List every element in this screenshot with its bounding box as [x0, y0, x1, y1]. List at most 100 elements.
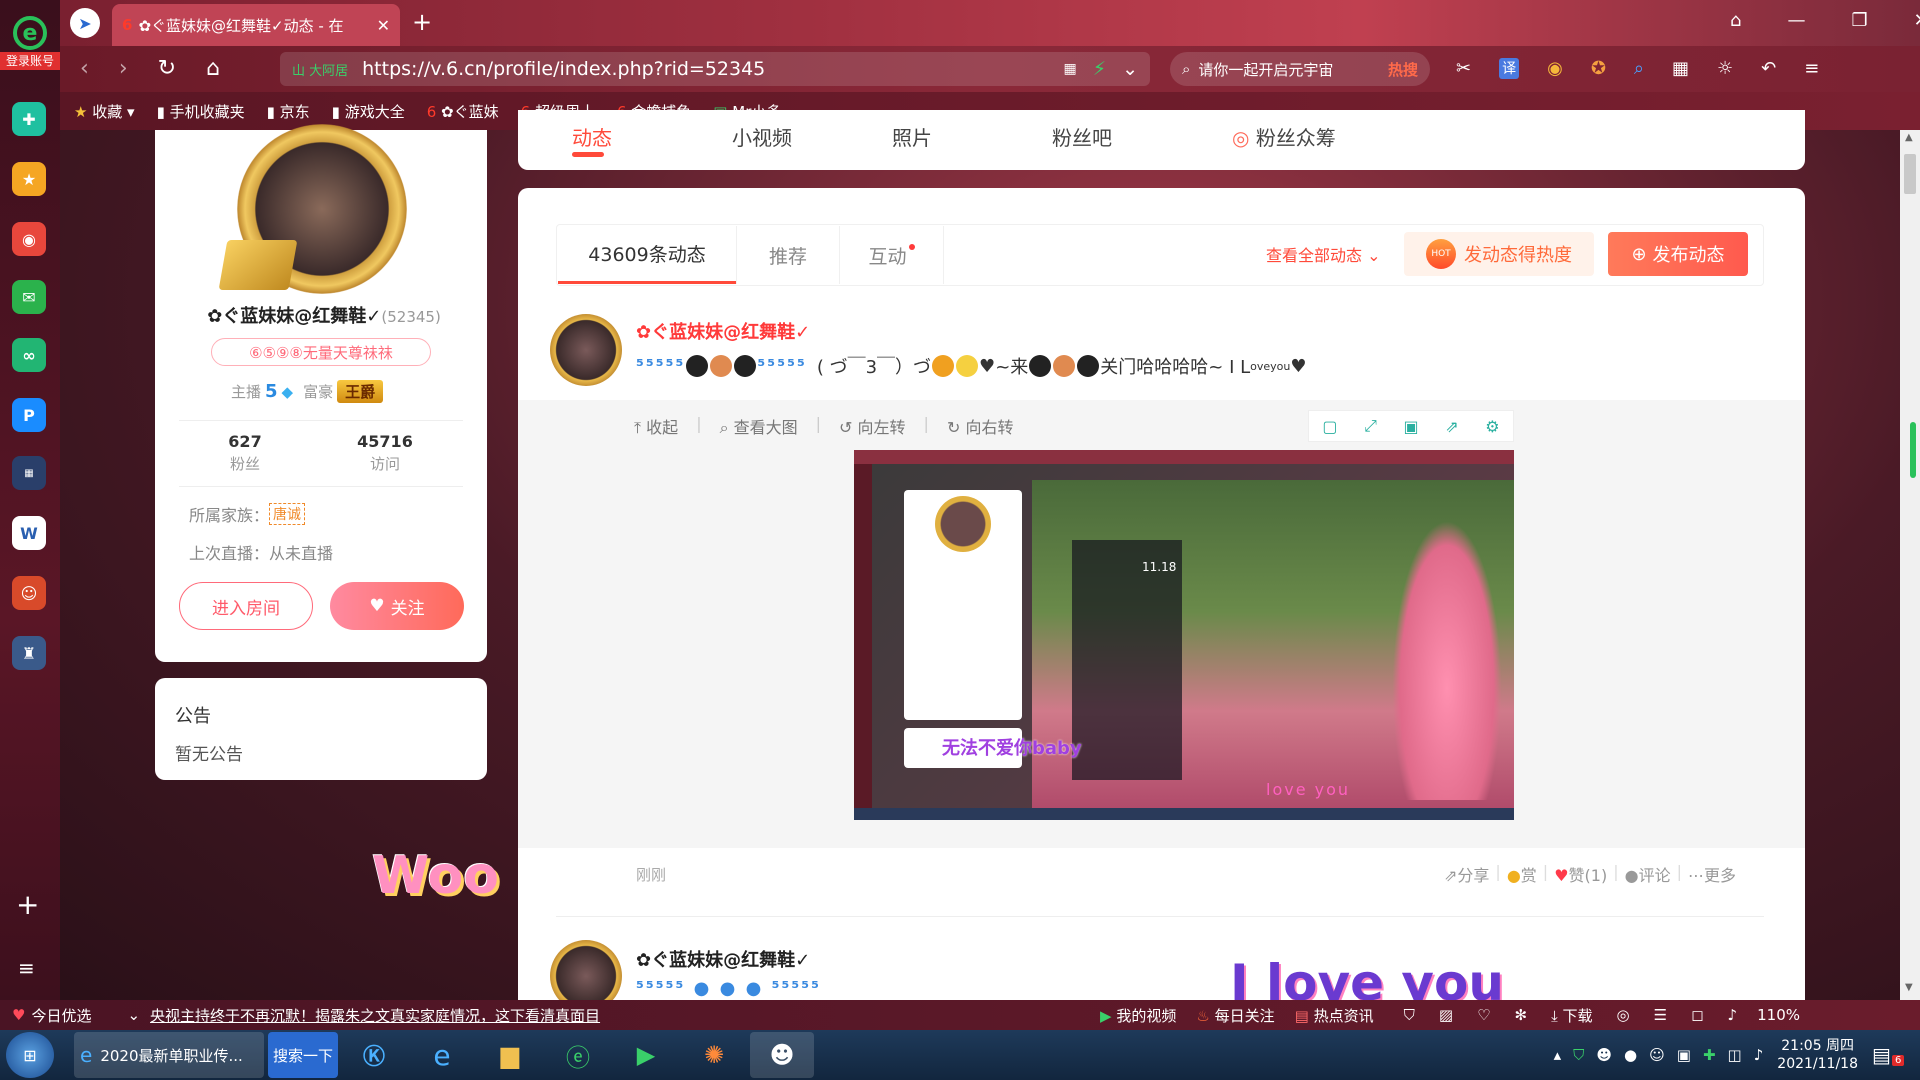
forward-icon[interactable]: ›: [119, 56, 128, 81]
visits-stat[interactable]: 45716 访问: [335, 432, 435, 474]
star-icon[interactable]: ★: [12, 162, 46, 196]
add-icon[interactable]: +: [16, 888, 39, 921]
bookmark-item[interactable]: ▮ 手机收藏夹: [157, 101, 245, 122]
search-tool-icon[interactable]: ⌕: [1634, 58, 1644, 79]
health-icon[interactable]: ♡: [1477, 1006, 1490, 1024]
bookmark-item[interactable]: ▮ 京东: [267, 101, 310, 122]
tray-tux-icon[interactable]: ☺: [1649, 1046, 1665, 1064]
brightness-icon[interactable]: ☼: [1717, 58, 1733, 79]
chevron-down-icon[interactable]: ⌄: [1122, 58, 1138, 80]
tray-penguin-icon[interactable]: ☻: [1596, 1046, 1612, 1064]
collapse-button[interactable]: ⤒ 收起: [634, 414, 678, 438]
view-large-button[interactable]: ⌕ 查看大图: [720, 414, 798, 438]
zoom-level[interactable]: 110%: [1757, 1006, 1800, 1024]
more-button[interactable]: ⋯更多: [1688, 862, 1736, 886]
shield-icon[interactable]: ⛉: [1404, 1006, 1415, 1024]
shirt-icon[interactable]: ⌂: [1730, 10, 1741, 31]
bookmark-favorites[interactable]: ★ 收藏 ▾: [74, 101, 135, 122]
coin-icon[interactable]: ◉: [1547, 58, 1563, 79]
clock[interactable]: 21:05 周四 2021/11/18: [1777, 1037, 1858, 1073]
view-all-dropdown[interactable]: 查看全部动态 ⌄: [1266, 242, 1381, 266]
bookmark-item[interactable]: ▮ 游戏大全: [332, 101, 405, 122]
scissors-icon[interactable]: ✂: [1456, 58, 1471, 79]
publish-button[interactable]: ⊕ 发布动态: [1608, 232, 1748, 276]
hot-post-button[interactable]: HOT 发动态得热度: [1404, 232, 1594, 276]
nav-tab-videos[interactable]: 小视频: [732, 122, 892, 151]
address-bar[interactable]: 山 大阿居 https://v.6.cn/profile/index.php?r…: [280, 52, 1150, 86]
refresh-icon[interactable]: ↻: [158, 56, 176, 81]
feed-tab-interact[interactable]: 互动: [840, 226, 944, 284]
p-app-icon[interactable]: P: [12, 398, 46, 432]
scroll-thumb[interactable]: [1904, 154, 1916, 194]
qq-app-icon[interactable]: ☻: [750, 1032, 814, 1078]
search-input[interactable]: 请你一起开启元宇宙: [1198, 59, 1384, 80]
like-button[interactable]: ♥赞(1): [1554, 862, 1607, 886]
tray-ball-icon[interactable]: ●: [1624, 1046, 1637, 1064]
navigation-arrow-icon[interactable]: ➤: [70, 8, 100, 38]
family-badge[interactable]: 唐诚: [269, 503, 306, 525]
tip-button[interactable]: ●赏: [1507, 862, 1537, 886]
game-app-icon[interactable]: ▦: [12, 456, 46, 490]
search-box[interactable]: ⌕ 请你一起开启元宇宙 热搜: [1170, 52, 1430, 86]
hot-news-link[interactable]: ▤ 热点资讯: [1295, 1005, 1374, 1026]
today-picks[interactable]: ♥ 今日优选: [12, 1005, 91, 1026]
post-author[interactable]: ✿ぐ蓝妹妹@红舞鞋✓: [636, 318, 810, 344]
tray-network-icon[interactable]: ◫: [1728, 1046, 1742, 1064]
save-icon[interactable]: ▣: [1404, 417, 1419, 436]
gamepad-icon[interactable]: ✪: [1591, 58, 1606, 79]
scroll-up-icon[interactable]: ▲: [1905, 132, 1913, 143]
home-icon[interactable]: ⌂: [206, 56, 220, 81]
ie-browser-icon[interactable]: e: [410, 1032, 474, 1078]
undo-icon[interactable]: ↶: [1761, 58, 1776, 79]
mail-icon[interactable]: ✉: [12, 280, 46, 314]
vr-icon[interactable]: ◎: [1617, 1006, 1630, 1024]
rotate-left-button[interactable]: ↺ 向左转: [839, 414, 906, 438]
share-button[interactable]: ⇗分享: [1444, 862, 1489, 886]
word-icon[interactable]: W: [12, 516, 46, 550]
daily-link[interactable]: ♨ 每日关注: [1196, 1005, 1274, 1026]
fans-stat[interactable]: 627 粉丝: [195, 432, 295, 474]
chevron-down-icon[interactable]: ⌄: [127, 1006, 140, 1024]
360-browser-icon[interactable]: ⓔ: [546, 1032, 610, 1078]
side-handle[interactable]: [1910, 422, 1916, 478]
image-icon[interactable]: ▨: [1439, 1006, 1453, 1024]
fit-icon[interactable]: ▢: [1322, 417, 1337, 436]
url-text[interactable]: https://v.6.cn/profile/index.php?rid=523…: [362, 58, 1063, 80]
qr-icon[interactable]: ▦: [1064, 61, 1077, 77]
window-icon[interactable]: ◻: [1691, 1006, 1703, 1024]
volume-icon[interactable]: ♪: [1728, 1006, 1738, 1024]
news-ticker[interactable]: 央视主持终于不再沉默！揭露朱之文真实家庭情况，这下看清真面目: [150, 1005, 990, 1026]
post-image[interactable]: 11.18 无法不爱你baby love you: [854, 450, 1514, 820]
feed-tab-all[interactable]: 43609条动态: [558, 226, 736, 284]
tray-arrow-icon[interactable]: ▴: [1554, 1046, 1562, 1064]
tray-volume-icon[interactable]: ♪: [1754, 1046, 1764, 1064]
start-button[interactable]: ⊞: [6, 1032, 54, 1078]
tray-shield-icon[interactable]: ⛉: [1573, 1046, 1584, 1064]
page-scrollbar[interactable]: ▲ ▼: [1900, 130, 1920, 1000]
post-avatar[interactable]: [550, 314, 622, 386]
game-avatar-icon[interactable]: ☺: [12, 576, 46, 610]
plus-app-icon[interactable]: ✚: [12, 102, 46, 136]
close-window-icon[interactable]: ✕: [1914, 10, 1920, 31]
tray-plus-icon[interactable]: ✚: [1703, 1046, 1716, 1064]
post-author[interactable]: ✿ぐ蓝妹妹@红舞鞋✓: [636, 946, 810, 972]
login-button[interactable]: 登录账号: [0, 52, 60, 70]
menu-list-icon[interactable]: ≡: [18, 956, 35, 980]
my-video-link[interactable]: ▶ 我的视频: [1100, 1005, 1176, 1026]
nav-tab-fanclub[interactable]: 粉丝吧: [1052, 122, 1232, 151]
back-icon[interactable]: ‹: [80, 56, 89, 81]
notification-center[interactable]: ▤ 6: [1872, 1043, 1912, 1067]
translate-icon[interactable]: 译: [1499, 58, 1520, 79]
castle-game-icon[interactable]: ♜: [12, 636, 46, 670]
rotate-right-button[interactable]: ↻ 向右转: [947, 414, 1014, 438]
restore-icon[interactable]: ❐: [1851, 10, 1867, 31]
grid-icon[interactable]: ▦: [1672, 58, 1689, 79]
active-tab[interactable]: 6 ✿ぐ蓝妹妹@红舞鞋✓动态 - 在 ✕: [112, 4, 400, 46]
minimize-icon[interactable]: —: [1787, 10, 1805, 31]
post-avatar[interactable]: [550, 940, 622, 1000]
scroll-down-icon[interactable]: ▼: [1905, 982, 1913, 993]
k-app-icon[interactable]: Ⓚ: [342, 1032, 406, 1078]
nav-tab-feed[interactable]: 动态: [572, 122, 732, 151]
taskbar-ie-item[interactable]: e 2020最新单职业传...: [74, 1032, 264, 1078]
follow-button[interactable]: ♥ 关注: [330, 582, 464, 630]
